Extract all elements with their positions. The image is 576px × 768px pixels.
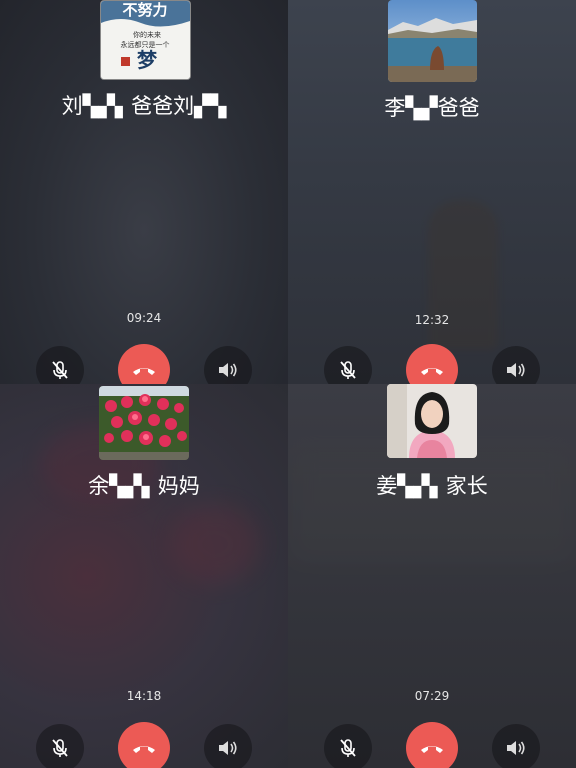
phone-hangup-icon — [419, 363, 445, 377]
mute-button[interactable] — [36, 724, 84, 768]
mic-off-icon — [337, 359, 359, 381]
hangup-button[interactable] — [118, 722, 170, 768]
speaker-icon — [504, 360, 528, 380]
avatar — [387, 384, 477, 458]
mic-off-icon — [49, 737, 71, 759]
caller-name: 余▚▞▖妈妈 — [88, 474, 200, 498]
avatar-big-char: 梦 — [137, 48, 158, 72]
speaker-button[interactable] — [492, 724, 540, 768]
call-panel-1: 不努力 你的未来 永远都只是一个 梦 刘▚▞▖爸爸刘▞▚ 09:24 — [0, 0, 288, 384]
speaker-icon — [216, 360, 240, 380]
avatar-line-1: 你的未来 — [133, 30, 161, 39]
avatar: 不努力 你的未来 永远都只是一个 梦 — [100, 0, 191, 80]
caller-name: 李▚▞爸爸 — [384, 96, 480, 120]
call-panel-4: 姜▚▞▖家长 07:29 — [288, 384, 576, 768]
speaker-icon — [504, 738, 528, 758]
mute-button[interactable] — [324, 724, 372, 768]
call-panel-3: 余▚▞▖妈妈 14:18 — [0, 384, 288, 768]
call-duration: 14:18 — [126, 689, 162, 703]
avatar-title: 不努力 — [122, 1, 167, 19]
call-duration: 12:32 — [414, 313, 450, 327]
hangup-button[interactable] — [406, 722, 458, 768]
phone-hangup-icon — [131, 363, 157, 377]
avatar — [388, 0, 477, 82]
phone-hangup-icon — [131, 741, 157, 755]
phone-hangup-icon — [419, 741, 445, 755]
caller-name: 姜▚▞▖家长 — [376, 474, 488, 498]
mic-off-icon — [49, 359, 71, 381]
speaker-button[interactable] — [204, 724, 252, 768]
speaker-icon — [216, 738, 240, 758]
avatar — [99, 386, 189, 460]
multi-call-grid: 不努力 你的未来 永远都只是一个 梦 刘▚▞▖爸爸刘▞▚ 09:24 李▚▞爸爸… — [0, 0, 576, 768]
call-panel-2: 李▚▞爸爸 12:32 — [288, 0, 576, 384]
call-duration: 07:29 — [414, 689, 450, 703]
call-duration: 09:24 — [126, 311, 162, 325]
caller-name: 刘▚▞▖爸爸刘▞▚ — [61, 94, 227, 118]
mic-off-icon — [337, 737, 359, 759]
